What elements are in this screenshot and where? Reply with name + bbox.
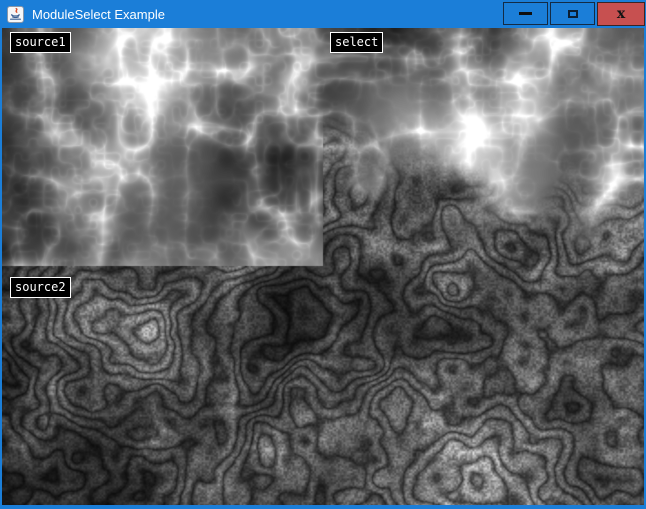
app-window: ModuleSelect Example x source1 select so… — [0, 0, 646, 509]
window-controls: x — [503, 2, 645, 26]
titlebar[interactable]: ModuleSelect Example x — [0, 0, 646, 28]
java-coffee-cup-icon — [7, 6, 24, 23]
window-title: ModuleSelect Example — [32, 7, 165, 22]
noise-render-canvas — [2, 28, 644, 505]
maximize-square-icon — [568, 10, 578, 18]
render-area: source1 select source2 — [2, 28, 644, 505]
label-select: select — [330, 32, 383, 53]
label-source2: source2 — [10, 277, 71, 298]
close-button[interactable]: x — [597, 2, 645, 26]
minimize-dash-icon — [519, 12, 532, 15]
minimize-button[interactable] — [503, 2, 548, 25]
close-x-icon: x — [617, 7, 625, 21]
label-source1: source1 — [10, 32, 71, 53]
maximize-button[interactable] — [550, 2, 595, 25]
